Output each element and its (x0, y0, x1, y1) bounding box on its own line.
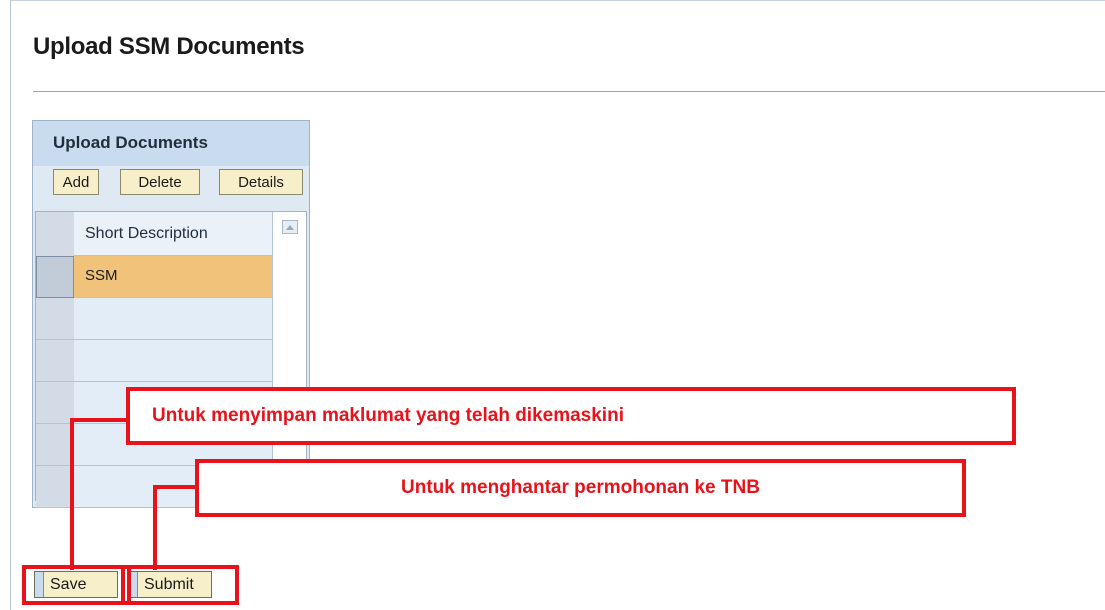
submit-highlight-box (121, 565, 239, 605)
row-selector[interactable] (36, 256, 74, 298)
row-selector[interactable] (36, 424, 74, 466)
window-left-border (10, 0, 11, 610)
save-highlight-box (22, 565, 131, 605)
scroll-up-arrow-icon[interactable] (282, 220, 298, 234)
table-row[interactable] (74, 298, 272, 340)
row-selector[interactable] (36, 298, 74, 340)
row-selector[interactable] (36, 466, 74, 508)
add-button[interactable]: Add (53, 169, 99, 195)
row-selector[interactable] (36, 340, 74, 382)
documents-table: Short Description SSM (35, 211, 307, 508)
delete-button[interactable]: Delete (120, 169, 200, 195)
save-annotation-text: Untuk menyimpan maklumat yang telah dike… (152, 405, 624, 426)
details-button[interactable]: Details (219, 169, 303, 195)
vertical-scrollbar[interactable] (272, 212, 306, 500)
submit-leader-line-vertical (153, 487, 157, 570)
title-divider (33, 91, 1105, 92)
save-leader-line-horizontal (70, 418, 130, 422)
table-row[interactable] (74, 340, 272, 382)
save-annotation-callout: Untuk menyimpan maklumat yang telah dike… (126, 387, 1016, 445)
save-leader-line-vertical (70, 420, 74, 570)
submit-leader-line-horizontal (153, 485, 198, 489)
table-row[interactable]: SSM (74, 256, 272, 298)
row-selector[interactable] (36, 382, 74, 424)
submit-annotation-callout: Untuk menghantar permohonan ke TNB (195, 459, 966, 517)
panel-title: Upload Documents (53, 133, 208, 152)
page-title: Upload SSM Documents (33, 33, 305, 60)
column-header-short-description[interactable]: Short Description (74, 212, 272, 256)
panel-header: Upload Documents (33, 121, 309, 166)
submit-annotation-text: Untuk menghantar permohonan ke TNB (401, 477, 760, 498)
window-top-border (10, 0, 1105, 1)
